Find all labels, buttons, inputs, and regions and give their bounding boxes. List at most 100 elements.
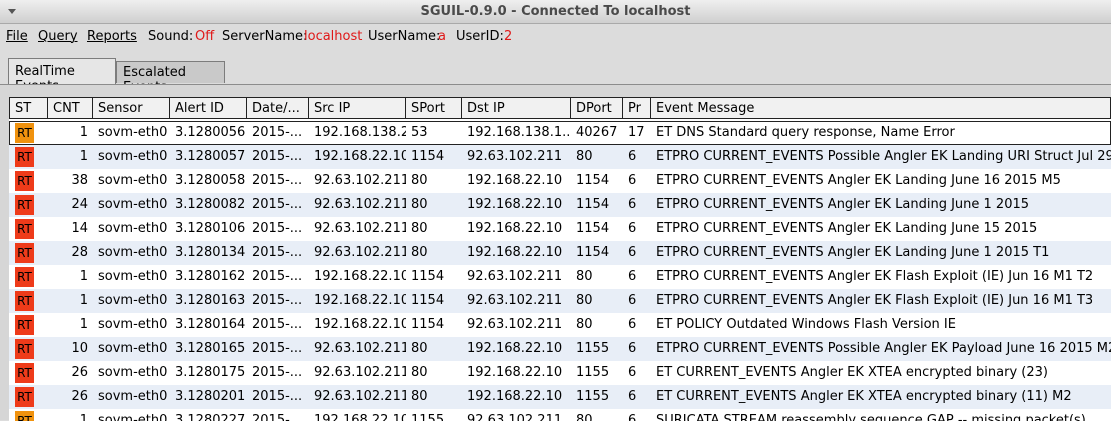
table-row[interactable]: RT 26 sovm-eth0 3.1280201 2015-... 92.63.102.… bbox=[9, 385, 1111, 409]
column-header-st[interactable]: ST bbox=[9, 97, 48, 119]
cell-dst-ip: 92.63.102.211 bbox=[467, 293, 563, 308]
events-panel: ST CNT Sensor Alert ID Date/... Src IP SPort Ds… bbox=[0, 84, 1111, 421]
status-badge: RT bbox=[15, 219, 34, 239]
cell-sensor: sovm-eth0 bbox=[98, 341, 168, 356]
cell-pr: 6 bbox=[628, 197, 637, 212]
cell-dport: 1154 bbox=[576, 221, 610, 236]
menu-reports[interactable]: Reports bbox=[87, 29, 137, 44]
table-row[interactable]: RT 38 sovm-eth0 3.1280058 2015-... 92.63.102.… bbox=[9, 169, 1111, 193]
column-header-dport[interactable]: DPort bbox=[571, 97, 623, 119]
column-header-sport[interactable]: SPort bbox=[406, 97, 462, 119]
cell-sport: 1154 bbox=[411, 317, 445, 332]
cell-sensor: sovm-eth0 bbox=[98, 197, 168, 212]
cell-dport: 80 bbox=[576, 317, 593, 332]
cell-sport: 1154 bbox=[411, 293, 445, 308]
cell-sport: 80 bbox=[411, 389, 428, 404]
cell-dst-ip: 192.168.22.10 bbox=[467, 197, 563, 212]
cell-msg: ETPRO CURRENT_EVENTS Angler EK Flash Exp… bbox=[656, 269, 1094, 284]
table-row[interactable]: RT 1 sovm-eth0 3.1280162 2015-... 192.168.22.… bbox=[9, 265, 1111, 289]
cell-src-ip: 192.168.22.10 bbox=[314, 293, 406, 308]
cell-msg: ET CURRENT_EVENTS Angler EK XTEA encrypt… bbox=[656, 365, 1048, 380]
cell-sensor: sovm-eth0 bbox=[98, 317, 168, 332]
tab-escalated-events[interactable]: Escalated Events bbox=[116, 61, 225, 95]
cell-msg: ETPRO CURRENT_EVENTS Possible Angler EK … bbox=[656, 341, 1111, 356]
cell-cnt: 26 bbox=[71, 365, 88, 380]
cell-pr: 6 bbox=[628, 365, 637, 380]
cell-sensor: sovm-eth0 bbox=[98, 173, 168, 188]
cell-pr: 6 bbox=[628, 173, 637, 188]
table-row[interactable]: RT 1 sovm-eth0 3.1280057 2015-... 192.168.22.… bbox=[9, 145, 1111, 169]
cell-src-ip: 192.168.22.10 bbox=[314, 149, 406, 164]
cell-dport: 1154 bbox=[576, 173, 610, 188]
cell-src-ip: 192.168.138.2 bbox=[314, 125, 406, 140]
cell-pr: 6 bbox=[628, 149, 637, 164]
cell-date: 2015-... bbox=[252, 341, 303, 356]
cell-sport: 1154 bbox=[411, 149, 445, 164]
column-header-msg[interactable]: Event Message bbox=[651, 97, 1111, 119]
cell-alert-id: 3.1280165 bbox=[175, 341, 246, 356]
table-row[interactable]: RT 1 sovm-eth0 3.1280163 2015-... 192.168.22.… bbox=[9, 289, 1111, 313]
sound-value[interactable]: Off bbox=[195, 29, 214, 44]
cell-msg: ETPRO CURRENT_EVENTS Angler EK Landing J… bbox=[656, 221, 1038, 236]
cell-alert-id: 3.1280163 bbox=[175, 293, 246, 308]
cell-dport: 80 bbox=[576, 293, 593, 308]
cell-date: 2015-... bbox=[252, 221, 303, 236]
cell-dst-ip: 192.168.22.10 bbox=[467, 245, 563, 260]
table-row[interactable]: RT 14 sovm-eth0 3.1280106 2015-... 92.63.102.… bbox=[9, 217, 1111, 241]
cell-sensor: sovm-eth0 bbox=[98, 245, 168, 260]
column-header-date[interactable]: Date/... bbox=[247, 97, 309, 119]
cell-cnt: 1 bbox=[79, 125, 88, 140]
cell-dst-ip: 192.168.138.1... bbox=[467, 125, 571, 140]
cell-cnt: 38 bbox=[71, 173, 88, 188]
table-row[interactable]: RT 28 sovm-eth0 3.1280134 2015-... 92.63.102.… bbox=[9, 241, 1111, 265]
table-row[interactable]: RT 1 sovm-eth0 3.1280056 2015-... 192.168.138… bbox=[9, 121, 1111, 145]
cell-src-ip: 92.63.102.211 bbox=[314, 173, 406, 188]
cell-src-ip: 92.63.102.211 bbox=[314, 365, 406, 380]
column-header-dst-ip[interactable]: Dst IP bbox=[462, 97, 571, 119]
cell-alert-id: 3.1280082 bbox=[175, 197, 246, 212]
cell-dst-ip: 192.168.22.10 bbox=[467, 341, 563, 356]
cell-dport: 80 bbox=[576, 149, 593, 164]
cell-cnt: 28 bbox=[71, 245, 88, 260]
cell-msg: SURICATA STREAM reassembly sequence GAP … bbox=[656, 413, 1086, 421]
menu-file[interactable]: File bbox=[6, 29, 28, 44]
column-header-alert-id[interactable]: Alert ID bbox=[170, 97, 247, 119]
cell-alert-id: 3.1280201 bbox=[175, 389, 246, 404]
table-row[interactable]: RT 26 sovm-eth0 3.1280175 2015-... 92.63.102.… bbox=[9, 361, 1111, 385]
table-row[interactable]: RT 24 sovm-eth0 3.1280082 2015-... 92.63.102.… bbox=[9, 193, 1111, 217]
cell-date: 2015-... bbox=[252, 149, 303, 164]
column-header-sensor[interactable]: Sensor bbox=[93, 97, 170, 119]
user-id-value: 2 bbox=[504, 29, 513, 44]
cell-src-ip: 92.63.102.211 bbox=[314, 245, 406, 260]
cell-sensor: sovm-eth0 bbox=[98, 413, 168, 421]
events-table: ST CNT Sensor Alert ID Date/... Src IP SPort Ds… bbox=[9, 97, 1111, 421]
column-header-cnt[interactable]: CNT bbox=[48, 97, 93, 119]
menu-bar: File Query Reports Sound: Off ServerName… bbox=[0, 24, 1111, 49]
menu-query[interactable]: Query bbox=[38, 29, 78, 44]
cell-pr: 6 bbox=[628, 269, 637, 284]
column-header-src-ip[interactable]: Src IP bbox=[309, 97, 406, 119]
status-badge: RT bbox=[15, 267, 34, 287]
cell-sensor: sovm-eth0 bbox=[98, 389, 168, 404]
cell-src-ip: 192.168.22.10 bbox=[314, 269, 406, 284]
cell-alert-id: 3.1280106 bbox=[175, 221, 246, 236]
window-title: SGUIL-0.9.0 - Connected To localhost bbox=[420, 4, 691, 19]
server-name-value: localhost bbox=[304, 29, 363, 44]
cell-src-ip: 192.168.22.10 bbox=[314, 317, 406, 332]
table-header: ST CNT Sensor Alert ID Date/... Src IP SPort Ds… bbox=[9, 97, 1111, 119]
server-name-label: ServerName: bbox=[222, 29, 308, 44]
cell-date: 2015-... bbox=[252, 317, 303, 332]
cell-sensor: sovm-eth0 bbox=[98, 221, 168, 236]
cell-date: 2015-... bbox=[252, 125, 303, 140]
cell-dport: 1155 bbox=[576, 389, 610, 404]
cell-dst-ip: 192.168.22.10 bbox=[467, 173, 563, 188]
column-header-pr[interactable]: Pr bbox=[623, 97, 651, 119]
table-row[interactable]: RT 1 sovm-eth0 3.1280164 2015-... 192.168.22.… bbox=[9, 313, 1111, 337]
sound-label: Sound: bbox=[148, 29, 194, 44]
cell-cnt: 10 bbox=[71, 341, 88, 356]
title-bar: SGUIL-0.9.0 - Connected To localhost bbox=[0, 0, 1111, 24]
cell-sport: 80 bbox=[411, 221, 428, 236]
table-row[interactable]: RT 10 sovm-eth0 3.1280165 2015-... 92.63.102.… bbox=[9, 337, 1111, 361]
tab-realtime-events[interactable]: RealTime Events bbox=[8, 58, 116, 94]
table-row[interactable]: RT 1 sovm-eth0 3.1280227 2015-... 192.168.22.… bbox=[9, 409, 1111, 421]
